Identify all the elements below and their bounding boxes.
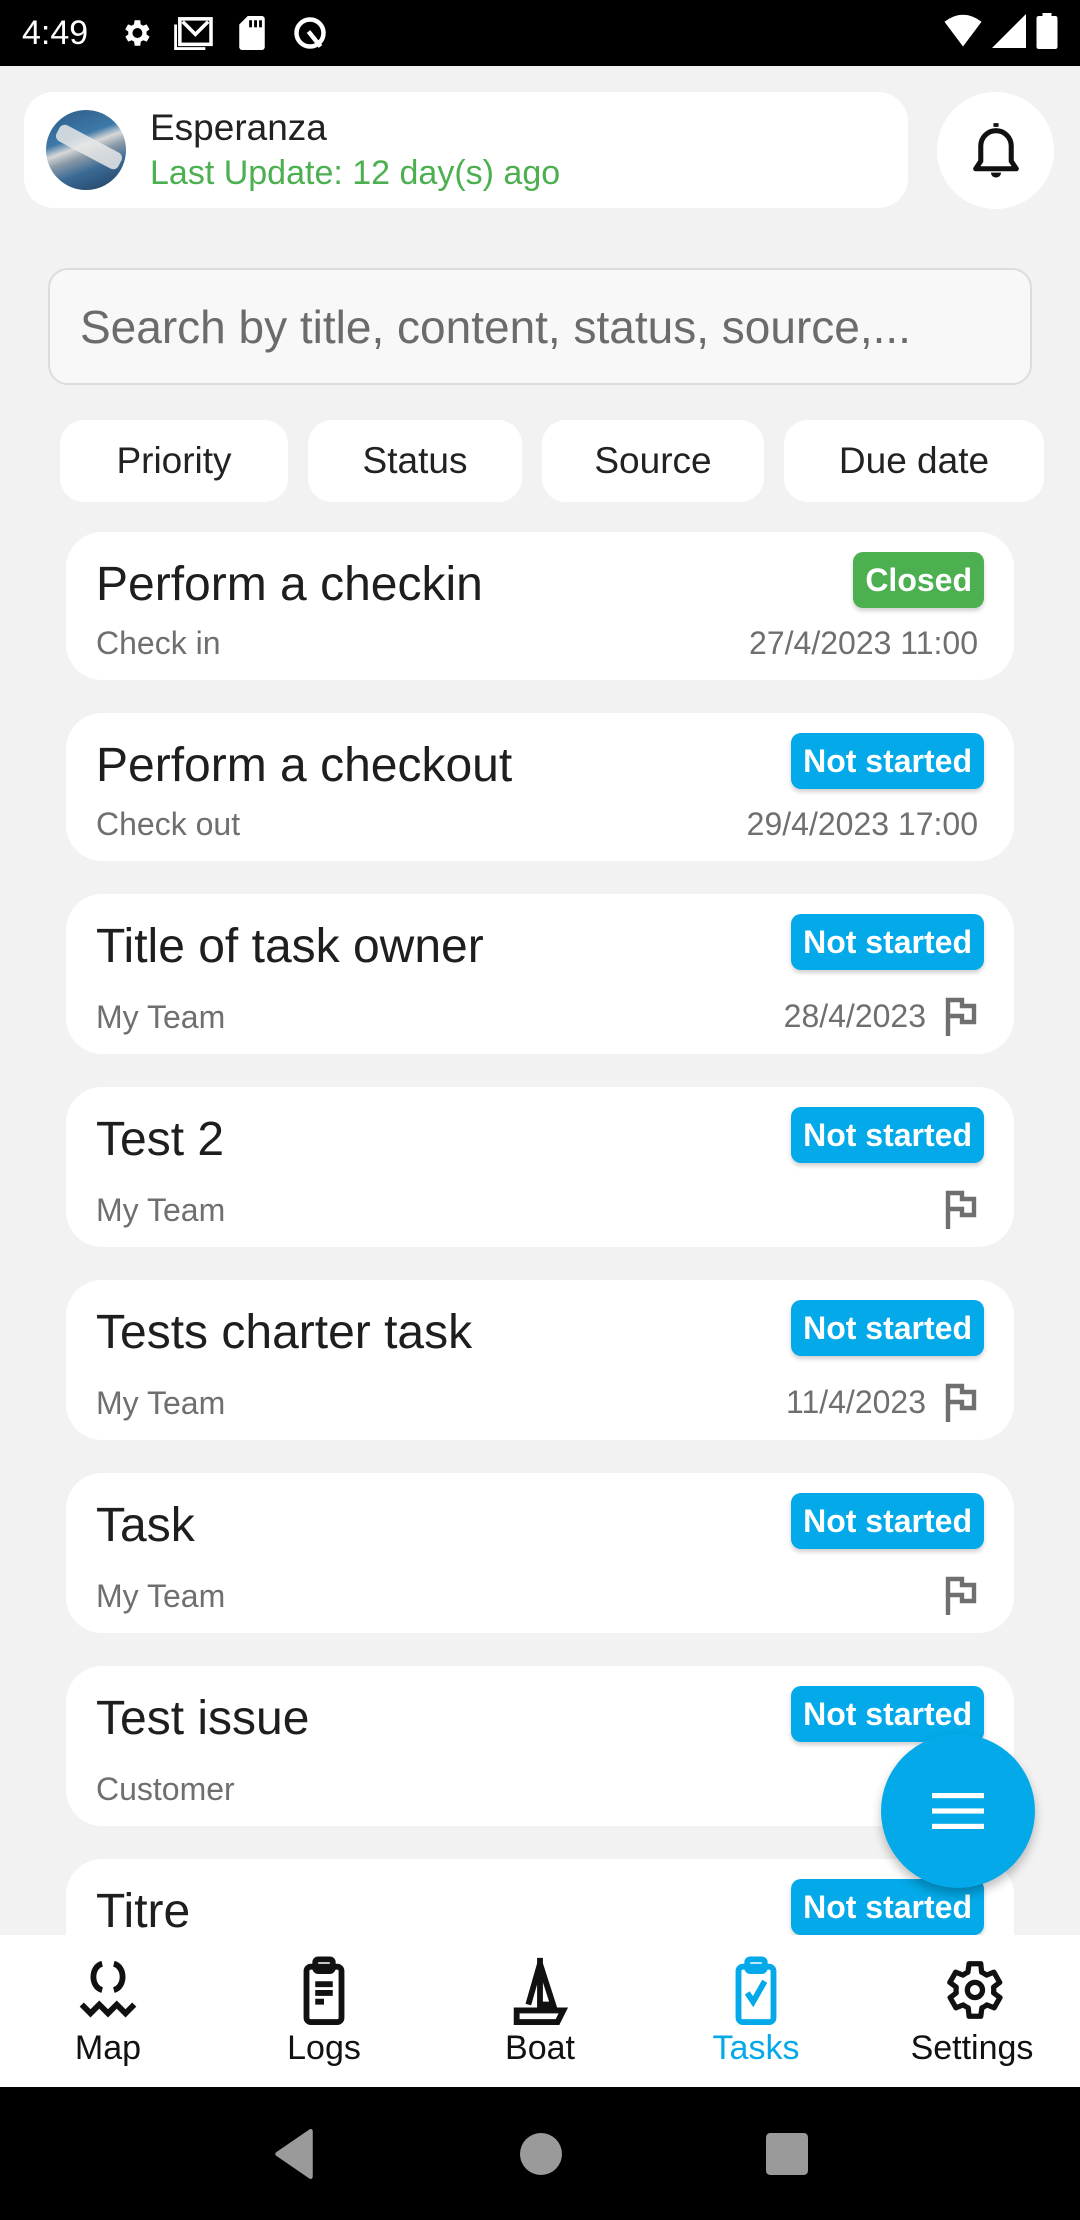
bottom-navigation: Map Logs Boat Tasks Settings [0,1935,1080,2087]
system-navigation-bar [0,2087,1080,2220]
gmail-icon [174,13,214,53]
nav-label-settings: Settings [910,2029,1034,2067]
task-source: Check in [96,625,221,661]
recents-icon[interactable] [766,2132,808,2175]
nav-settings[interactable]: Settings [864,1935,1080,2087]
last-update-text: Last Update: 12 day(s) ago [150,154,561,192]
filter-due-date[interactable]: Due date [784,420,1044,502]
bell-icon [972,122,1019,178]
boat-avatar [46,110,126,190]
task-card[interactable]: Task Not started My Team [66,1473,1014,1633]
task-source: My Team [96,1192,226,1228]
notifications-button[interactable] [937,92,1054,209]
task-card[interactable]: Titre Not started [66,1859,1014,1935]
home-icon[interactable] [520,2132,562,2175]
flag-icon[interactable] [944,1575,978,1615]
sailboat-icon [513,1957,569,2025]
nav-label-map: Map [74,2029,142,2067]
task-card[interactable]: Tests charter task Not started My Team 1… [66,1280,1014,1440]
status-badge: Not started [791,914,984,970]
filter-priority[interactable]: Priority [60,420,288,502]
nav-label-logs: Logs [287,2029,361,2067]
wifi-icon [944,14,982,53]
task-due-date: 28/4/2023 [783,997,926,1034]
task-card[interactable]: Test 2 Not started My Team [66,1087,1014,1247]
task-due-date: 27/4/2023 11:00 [749,625,978,661]
status-badge: Not started [791,1107,984,1163]
task-card[interactable]: Test issue Not started Customer [66,1666,1014,1826]
task-due-date: 29/4/2023 17:00 [746,806,978,842]
back-icon[interactable] [272,2128,316,2179]
filter-chips: Priority Status Source Due date [60,420,1044,502]
boat-name: Esperanza [150,107,327,148]
task-due-date: 11/4/2023 [786,1383,926,1420]
vpn-icon [290,13,330,53]
nav-label-tasks: Tasks [712,2029,800,2067]
clipboard-list-icon [303,1956,345,2025]
task-card[interactable]: Perform a checkout Not started Check out… [66,713,1014,861]
menu-icon [932,1793,984,1829]
clock: 4:49 [22,13,89,52]
nav-logs[interactable]: Logs [216,1935,432,2087]
boat-header-card[interactable]: Esperanza Last Update: 12 day(s) ago [24,92,908,208]
task-card[interactable]: Title of task owner Not started My Team … [66,894,1014,1054]
nav-map[interactable]: Map [0,1935,216,2087]
task-source: My Team [96,1578,226,1614]
task-source: My Team [96,999,226,1035]
flag-icon[interactable] [944,1382,978,1422]
filter-source[interactable]: Source [542,420,764,502]
sd-card-icon [232,13,272,53]
flag-icon[interactable] [944,996,978,1036]
clipboard-check-icon [735,1956,777,2025]
task-card[interactable]: Perform a checkin Closed Check in 27/4/2… [66,532,1014,680]
task-title: Perform a checkin [96,558,483,611]
menu-fab-button[interactable] [881,1734,1035,1888]
filter-status[interactable]: Status [308,420,522,502]
gear-icon [947,1961,1003,2019]
search-input[interactable] [48,268,1032,385]
battery-icon [1036,12,1058,54]
nav-boat[interactable]: Boat [432,1935,648,2087]
task-source: My Team [96,1385,226,1421]
status-badge: Not started [791,733,984,789]
nav-label-boat: Boat [505,2029,575,2067]
status-badge: Closed [853,552,984,608]
task-source: Customer [96,1771,235,1807]
status-bar: 4:49 [0,0,1080,66]
settings-icon [116,13,156,53]
nav-tasks[interactable]: Tasks [648,1935,864,2087]
status-badge: Not started [791,1493,984,1549]
task-list[interactable]: Perform a checkin Closed Check in 27/4/2… [66,532,1014,1935]
map-wave-icon [79,1960,137,2018]
signal-icon [992,13,1026,53]
task-source: Check out [96,806,241,842]
status-badge: Not started [791,1300,984,1356]
flag-icon[interactable] [944,1189,978,1229]
